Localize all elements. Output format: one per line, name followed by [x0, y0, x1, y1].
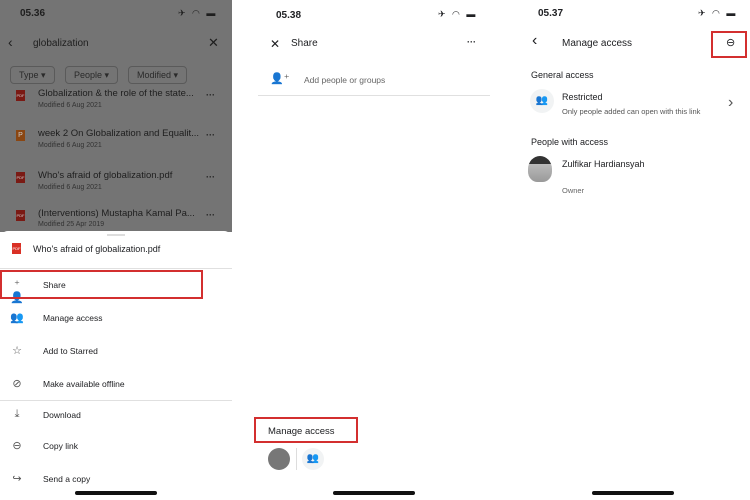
people-icon: 👥 — [530, 89, 554, 113]
more-icon[interactable]: ··· — [206, 130, 215, 140]
drag-handle[interactable] — [107, 234, 125, 236]
add-people-input[interactable]: Add people or groups — [304, 75, 385, 85]
status-time: 05.38 — [276, 10, 302, 21]
pdf-icon: PDF — [12, 243, 21, 254]
restriction-label[interactable]: Restricted — [562, 92, 603, 102]
people-icon[interactable]: 👥 — [302, 448, 324, 470]
page-title: Share — [291, 38, 318, 49]
menu-offline[interactable]: ⊘ Make available offline — [0, 372, 232, 398]
slides-icon: P — [16, 130, 25, 141]
link-icon: ⊖ — [12, 440, 22, 452]
divider — [296, 448, 297, 470]
star-icon: ☆ — [12, 345, 22, 357]
filter-people[interactable]: People ▾ — [65, 66, 119, 84]
general-access-heading: General access — [531, 70, 594, 80]
divider — [0, 268, 232, 269]
close-icon[interactable]: ✕ — [270, 37, 280, 51]
avatar — [528, 156, 552, 182]
search-input[interactable]: globalization — [33, 38, 89, 49]
highlight-manage-access — [254, 417, 358, 443]
offline-icon: ⊘ — [12, 378, 22, 390]
menu-manage-access[interactable]: 👥 Manage access — [0, 306, 232, 332]
back-icon[interactable]: ‹ — [8, 34, 13, 50]
more-icon[interactable]: ··· — [206, 172, 215, 182]
highlight-share — [0, 270, 203, 299]
more-icon[interactable]: ··· — [467, 37, 476, 47]
menu-send-copy[interactable]: ↪ Send a copy — [0, 467, 232, 493]
filter-type[interactable]: Type ▾ — [10, 66, 55, 84]
send-icon: ↪ — [12, 473, 22, 485]
menu-add-starred[interactable]: ☆ Add to Starred — [0, 339, 232, 365]
page-title: Manage access — [562, 38, 633, 49]
home-indicator — [75, 491, 157, 495]
home-indicator — [333, 491, 415, 495]
avatar[interactable] — [268, 448, 290, 470]
screen-manage-access: 05.37 ✈ ◠ ▬ ‹ Manage access ⊖ General ac… — [510, 0, 750, 500]
people-icon: 👥 — [10, 312, 24, 324]
filter-modified[interactable]: Modified ▾ — [128, 66, 188, 84]
more-icon[interactable]: ··· — [206, 90, 215, 100]
menu-download[interactable]: ⤓ Download — [0, 403, 232, 429]
status-icons: ✈ ◠ ▬ — [698, 8, 738, 18]
download-icon: ⤓ — [14, 408, 20, 420]
chevron-right-icon[interactable]: › — [728, 94, 733, 112]
person-role: Owner — [562, 186, 585, 195]
status-time: 05.37 — [538, 8, 564, 19]
highlight-link-icon — [711, 31, 747, 58]
menu-copy-link[interactable]: ⊖ Copy link — [0, 434, 232, 460]
status-icons: ✈ ◠ ▬ — [178, 8, 218, 18]
person-add-icon: 👤⁺ — [270, 73, 290, 85]
status-time: 05.36 — [20, 8, 46, 19]
divider — [0, 400, 232, 401]
person-name: Zulfikar Hardiansyah — [562, 159, 645, 169]
sheet-title: Who's afraid of globalization.pdf — [33, 244, 161, 254]
pdf-icon: PDF — [16, 210, 25, 221]
status-icons: ✈ ◠ ▬ — [438, 9, 478, 19]
divider — [258, 95, 490, 96]
back-icon[interactable]: ‹ — [532, 32, 537, 50]
home-indicator — [592, 491, 674, 495]
pdf-icon: PDF — [16, 172, 25, 183]
people-with-access-heading: People with access — [531, 137, 609, 147]
screen-file-options: 05.36 ✈ ◠ ▬ ‹ globalization ✕ Type ▾ Peo… — [0, 0, 232, 500]
clear-search-icon[interactable]: ✕ — [208, 35, 219, 51]
screen-share: 05.38 ✈ ◠ ▬ ✕ Share ··· 👤⁺ Add people or… — [250, 0, 500, 500]
overlay[interactable] — [0, 0, 232, 232]
pdf-icon: PDF — [16, 90, 25, 101]
restriction-desc: Only people added can open with this lin… — [562, 107, 701, 116]
more-icon[interactable]: ··· — [206, 210, 215, 220]
